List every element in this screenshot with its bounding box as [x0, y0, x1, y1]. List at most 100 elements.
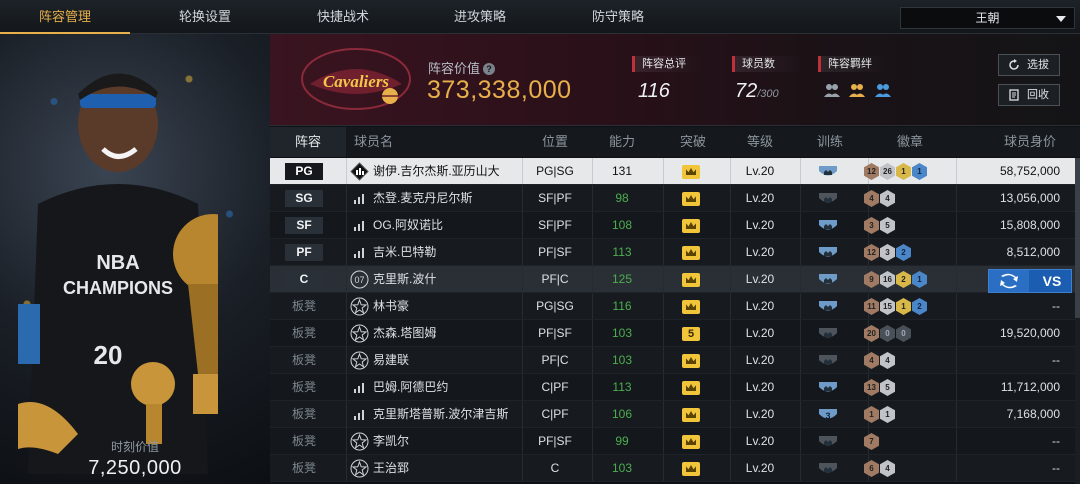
badge-group[interactable]: 12 26 1 1 [864, 163, 928, 181]
player-name[interactable]: 巴姆.阿德巴约 [373, 374, 448, 401]
training-shield-icon[interactable] [818, 380, 838, 396]
player-name[interactable]: 谢伊.吉尔杰斯.亚历山大 [373, 158, 500, 185]
tab-lineup[interactable]: 阵容管理 [0, 0, 130, 34]
column-divider [800, 158, 801, 184]
team-dropdown[interactable]: 王朝 [900, 7, 1075, 29]
player-name[interactable]: OG.阿奴诺比 [373, 212, 443, 239]
svg-text:Cavaliers: Cavaliers [323, 72, 389, 91]
table-row[interactable]: 板凳 易建联 PF|C 103 Lv.20 4 4 -- [270, 347, 1080, 374]
training-shield-icon[interactable]: 3 [818, 407, 838, 423]
training-shield-icon[interactable] [818, 164, 838, 180]
col-training[interactable]: 训练 [800, 127, 860, 157]
breakthrough-crown-icon[interactable] [682, 273, 700, 287]
scrollbar[interactable] [1075, 158, 1080, 484]
training-shield-icon[interactable] [818, 299, 838, 315]
help-icon[interactable]: ? [483, 63, 496, 75]
training-shield-icon[interactable] [818, 434, 838, 450]
col-salary[interactable]: 球员身价 [990, 127, 1070, 157]
column-divider [663, 374, 664, 400]
swap-icon[interactable] [989, 270, 1029, 292]
player-level: Lv.20 [745, 245, 775, 259]
table-row[interactable]: 板凳 杰森.塔图姆 PF|SF 103 5 Lv.20 20 0 0 19,520,000 [270, 320, 1080, 347]
col-position[interactable]: 位置 [522, 127, 588, 157]
col-slot[interactable]: 阵容 [270, 127, 346, 157]
swap-vs-button[interactable]: VS [988, 269, 1072, 293]
breakthrough-crown-icon[interactable] [682, 300, 700, 314]
badge-group[interactable]: 11 [864, 406, 896, 424]
player-name[interactable]: 克里斯塔普斯.波尔津吉斯 [373, 401, 508, 428]
player-position: PF|SF [538, 326, 572, 340]
training-shield-icon[interactable] [818, 245, 838, 261]
player-name[interactable]: 杰森.塔图姆 [373, 320, 436, 347]
player-name[interactable]: 李凯尔 [373, 428, 409, 455]
table-row[interactable]: PG 谢伊.吉尔杰斯.亚历山大 PG|SG 131 Lv.20 12 26 1 1 58,752,… [270, 158, 1080, 185]
badge-group[interactable]: 44 [864, 352, 896, 370]
col-player-name[interactable]: 球员名 [346, 127, 426, 157]
table-row[interactable]: SF OG.阿奴诺比 SF|PF 108 Lv.20 3 5 15,808,000 [270, 212, 1080, 239]
filter-button[interactable]: 选拔 [998, 54, 1060, 76]
training-shield-icon[interactable] [818, 461, 838, 477]
column-divider [663, 428, 664, 454]
breakthrough-crown-icon[interactable] [682, 192, 700, 206]
player-name[interactable]: 易建联 [373, 347, 409, 374]
column-divider [956, 212, 957, 238]
table-row[interactable]: 板凳 林书豪 PG|SG 116 Lv.20 11 15 1 2 -- [270, 293, 1080, 320]
tab-quick-tactics[interactable]: 快捷战术 [278, 0, 408, 34]
breakthrough-crown-icon[interactable] [682, 219, 700, 233]
badge-group[interactable]: 64 [864, 460, 896, 478]
training-shield-icon[interactable] [818, 191, 838, 207]
signal-bars-icon [354, 221, 364, 231]
table-row[interactable]: 板凳 巴姆.阿德巴约 C|PF 113 Lv.20 13 5 11,712,000 [270, 374, 1080, 401]
bond-icons[interactable] [823, 82, 895, 103]
breakthrough-crown-icon[interactable] [682, 381, 700, 395]
player-name[interactable]: 林书豪 [373, 293, 409, 320]
slot-position-badge: SG [285, 190, 323, 207]
col-ability[interactable]: 能力 [592, 127, 652, 157]
badge-group[interactable]: 20 0 0 [864, 325, 912, 343]
player-name[interactable]: 吉米.巴特勒 [373, 239, 436, 266]
scrollbar-thumb[interactable] [1075, 158, 1080, 318]
roster-table-body: PG 谢伊.吉尔杰斯.亚历山大 PG|SG 131 Lv.20 12 26 1 1 58,752,… [270, 158, 1080, 482]
tab-defense[interactable]: 防守策略 [553, 0, 683, 34]
badge-group[interactable]: 13 5 [864, 379, 896, 397]
player-salary: -- [1052, 461, 1060, 475]
player-name[interactable]: 王治郅 [373, 455, 409, 482]
table-row[interactable]: 板凳 克里斯塔普斯.波尔津吉斯 C|PF 106 Lv.20 3 1 1 7,168,000 [270, 401, 1080, 428]
star-icon [350, 297, 369, 316]
column-divider [346, 293, 347, 319]
badge-group[interactable]: 11 15 1 2 [864, 298, 928, 316]
badge-group[interactable]: 7 [864, 433, 880, 451]
col-breakthrough[interactable]: 突破 [663, 127, 723, 157]
table-row[interactable]: SG 杰登.麦克丹尼尔斯 SF|PF 98 Lv.20 4 4 13,056,000 [270, 185, 1080, 212]
badge-group[interactable]: 44 [864, 190, 896, 208]
badge-icon: 1 [912, 163, 927, 180]
recycle-button[interactable]: 回收 [998, 84, 1060, 106]
table-row[interactable]: 板凳 王治郅 C 103 Lv.20 6 4 -- [270, 455, 1080, 482]
tab-offense[interactable]: 进攻策略 [415, 0, 545, 34]
breakthrough-crown-icon[interactable] [682, 354, 700, 368]
badge-group[interactable]: 9 16 2 1 [864, 271, 928, 289]
training-shield-icon[interactable] [818, 218, 838, 234]
training-shield-icon[interactable] [818, 326, 838, 342]
slot-bench-label: 板凳 [291, 434, 316, 448]
player-name[interactable]: 杰登.麦克丹尼尔斯 [373, 185, 472, 212]
column-divider [663, 158, 664, 184]
player-name[interactable]: 克里斯.波什 [373, 266, 436, 293]
badge-group[interactable]: 12 3 2 [864, 244, 912, 262]
col-badges[interactable]: 徽章 [875, 127, 945, 157]
table-row[interactable]: PF 吉米.巴特勒 PF|SF 113 Lv.20 12 3 2 8,512,000 [270, 239, 1080, 266]
col-level[interactable]: 等级 [730, 127, 790, 157]
table-row[interactable]: 板凳 李凯尔 PF|SF 99 Lv.20 7 -- [270, 428, 1080, 455]
breakthrough-crown-icon[interactable] [682, 246, 700, 260]
training-shield-icon[interactable] [818, 272, 838, 288]
breakthrough-crown-icon[interactable] [682, 408, 700, 422]
table-row[interactable]: C 07 克里斯.波什 PF|C 125 Lv.20 9 16 2 1 [270, 266, 1080, 293]
breakthrough-crown-icon[interactable] [682, 165, 700, 179]
badge-group[interactable]: 35 [864, 217, 896, 235]
star-icon [350, 351, 369, 370]
tab-rotation[interactable]: 轮换设置 [140, 0, 270, 34]
breakthrough-crown-icon[interactable] [682, 462, 700, 476]
breakthrough-level-badge[interactable]: 5 [682, 327, 700, 341]
breakthrough-crown-icon[interactable] [682, 435, 700, 449]
training-shield-icon[interactable] [818, 353, 838, 369]
